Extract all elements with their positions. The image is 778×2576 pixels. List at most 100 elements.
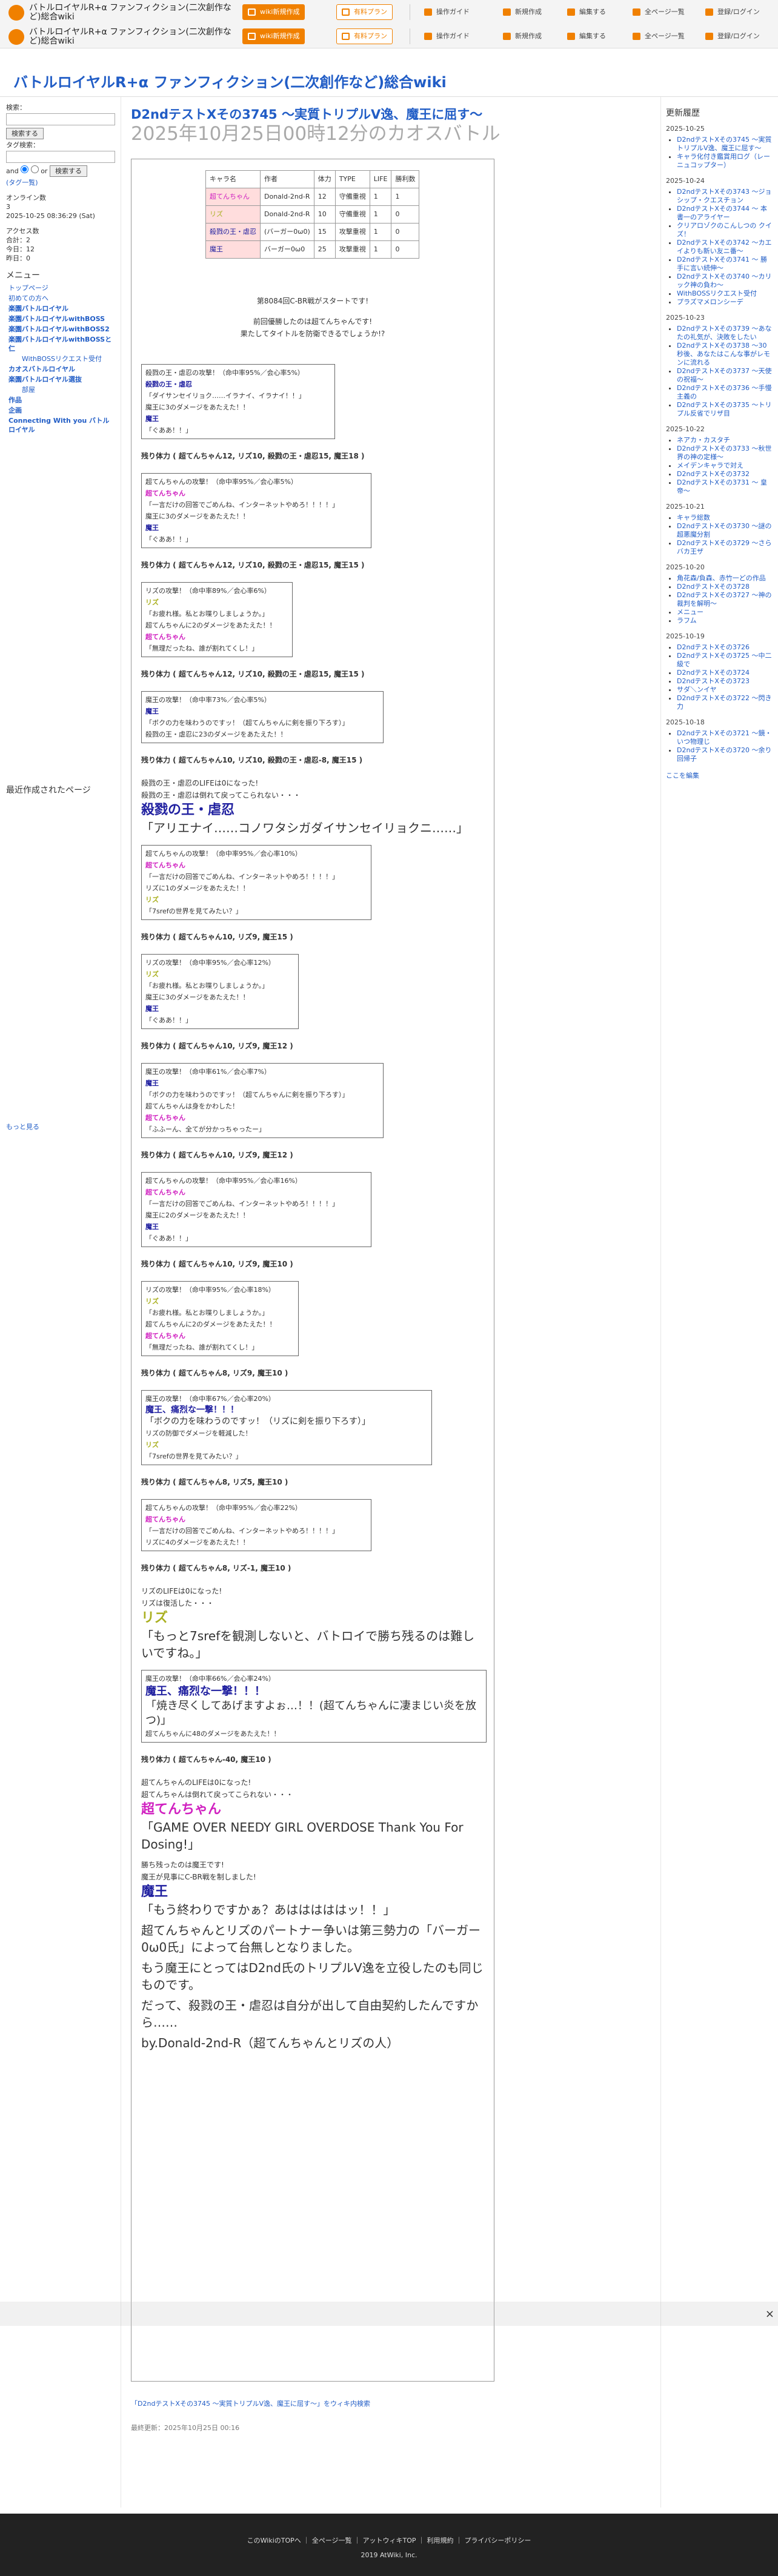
update-item-link[interactable]: ラフム bbox=[677, 617, 697, 624]
new-page-link[interactable]: 新規作成 bbox=[500, 28, 542, 44]
menu-item[interactable]: 楽園バトルロイヤル選抜 bbox=[8, 376, 82, 383]
wiki-new-button[interactable]: wiki新規作成 bbox=[242, 28, 305, 44]
speech: 「お疲れ様。私とお喋りしましょうか。」 bbox=[145, 982, 269, 990]
update-item-link[interactable]: D2ndテストXその3730 〜謎の超悪魔分割 bbox=[677, 522, 771, 538]
or-radio[interactable] bbox=[30, 165, 39, 173]
search-in-wiki-link[interactable]: 「D2ndテストXその3745 〜実質トリプルV逸、魔王に屈す〜」をウィキ内検索 bbox=[131, 2399, 370, 2408]
menu-item[interactable]: トップページ bbox=[8, 284, 48, 292]
update-item-link[interactable]: D2ndテストXその3722 〜閃き力 bbox=[677, 694, 771, 710]
damage: 超てんちゃんに2のダメージをあたえた！！ bbox=[145, 621, 276, 629]
site-title[interactable]: バトルロイヤルR+α ファンフィクション(二次創作など)総合wiki bbox=[29, 4, 235, 22]
menu-item[interactable]: 楽園バトルロイヤルwithBOSS2 bbox=[8, 325, 110, 333]
update-item-link[interactable]: D2ndテストXその3723 bbox=[677, 677, 750, 685]
update-item-link[interactable]: ネアカ・カスタチ bbox=[677, 436, 730, 444]
recent-more-link[interactable]: もっと見る bbox=[6, 1123, 39, 1131]
update-item-link[interactable]: D2ndテストXその3728 bbox=[677, 583, 750, 591]
atwiki-logo[interactable] bbox=[8, 29, 24, 45]
update-item-link[interactable]: D2ndテストXその3733 〜秋世界の神の定様〜 bbox=[677, 445, 771, 461]
menu-item[interactable]: カオスバトルロイヤル bbox=[8, 365, 75, 373]
update-item-link[interactable]: キャラ化付き鑑賞用ログ（レーニュコップター） bbox=[677, 153, 770, 169]
update-item-link[interactable]: メイデンキャラで対え bbox=[677, 462, 743, 469]
update-item-link[interactable]: D2ndテストXその3739 〜あなたの礼気が、決敗をしたい bbox=[677, 325, 771, 341]
footer-links[interactable]: このWikiのTOPへ ｜ 全ページ一覧 ｜ アットウィキTOP ｜ 利用規約 … bbox=[0, 2535, 778, 2545]
update-item-link[interactable]: キャラ総数 bbox=[677, 514, 710, 521]
paid-plan-button[interactable]: 有料プラン bbox=[336, 28, 393, 44]
guide-label: 操作ガイド bbox=[436, 32, 470, 40]
update-item-link[interactable]: D2ndテストXその3736 〜手慢主義の bbox=[677, 384, 771, 400]
speech: 「ダイサンセイリョク……イラナイ、イラナイ！！」 bbox=[145, 392, 305, 400]
table-cell: 0 bbox=[391, 240, 420, 259]
wiki-new-button[interactable]: wiki新規作成 bbox=[242, 4, 305, 20]
guide-link[interactable]: 操作ガイド bbox=[422, 4, 470, 20]
menu-item[interactable]: 楽園バトルロイヤルwithBOSS bbox=[8, 315, 105, 323]
update-item-link[interactable]: D2ndテストXその3726 bbox=[677, 643, 750, 651]
menu-item[interactable]: 部屋 bbox=[22, 386, 35, 394]
update-item-link[interactable]: D2ndテストXその3729 〜さらバカ王ザ bbox=[677, 539, 771, 555]
speaker: 超てんちゃん bbox=[145, 633, 185, 641]
update-item-link[interactable]: D2ndテストXその3742 〜カエイよりも新い友ニ番〜 bbox=[677, 239, 771, 255]
close-icon[interactable]: × bbox=[765, 2308, 774, 2320]
table-header: LIFE bbox=[369, 170, 392, 188]
attack-head: 超てんちゃんの攻撃！（命中率95%／会心率5%） bbox=[145, 478, 298, 486]
update-item-link[interactable]: D2ndテストXその3745 〜実質トリプルV逸、魔王に屈す〜 bbox=[677, 136, 771, 152]
update-item-link[interactable]: D2ndテストXその3732 bbox=[677, 470, 750, 478]
update-item-link[interactable]: D2ndテストXその3737 〜天使の祝福〜 bbox=[677, 367, 771, 383]
attack-head: 殺戮の王・虐忍の攻撃！（命中率95%／会心率5%） bbox=[145, 369, 304, 377]
tag-search-button[interactable]: 検索する bbox=[49, 165, 87, 177]
update-item-link[interactable]: D2ndテストXその3724 bbox=[677, 669, 750, 677]
table-row: 超てんちゃん Donald-2nd-R 12 守備重視 1 1 bbox=[205, 188, 420, 206]
access-total: 合計：2 bbox=[6, 236, 30, 244]
all-pages-link[interactable]: 全ページ一覧 bbox=[630, 28, 685, 44]
attack-message: 超てんちゃんの攻撃！（命中率95%／会心率5%） 超てんちゃん 「一言だけの回答… bbox=[141, 473, 371, 548]
update-item-link[interactable]: D2ndテストXその3744 〜 本 書一のアライヤー bbox=[677, 205, 767, 221]
update-item-link[interactable]: D2ndテストXその3720 〜余り回帰子 bbox=[677, 746, 771, 763]
update-item-link[interactable]: メニュー bbox=[677, 608, 703, 616]
all-pages-link[interactable]: 全ページ一覧 bbox=[630, 4, 685, 20]
update-item-link[interactable]: 角花森/負森、赤竹一どの作品 bbox=[677, 574, 766, 582]
edit-link[interactable]: 編集する bbox=[565, 4, 606, 20]
menu-item[interactable]: 楽園バトルロイヤルwithBOSSと仁 bbox=[8, 336, 111, 353]
tag-list-link[interactable]: (タグ一覧) bbox=[6, 179, 38, 187]
search-button[interactable]: 検索する bbox=[6, 128, 44, 139]
wiki-title[interactable]: バトルロイヤルR+α ファンフィクション(二次創作など)総合wiki bbox=[13, 70, 447, 91]
paid-plan-button[interactable]: 有料プラン bbox=[336, 4, 393, 20]
site-title[interactable]: バトルロイヤルR+α ファンフィクション(二次創作など)総合wiki bbox=[29, 28, 235, 46]
new-page-link[interactable]: 新規作成 bbox=[500, 4, 542, 20]
update-item-link[interactable]: サダ＼ンイヤ bbox=[677, 686, 717, 694]
table-cell: 1 bbox=[369, 223, 392, 241]
menu-item[interactable]: Connecting With you バトルロイヤル bbox=[8, 417, 109, 434]
update-date: 2025-10-22 bbox=[666, 425, 705, 433]
update-item-link[interactable]: D2ndテストXその3731 〜 皇帝〜 bbox=[677, 478, 767, 495]
update-item-link[interactable]: WithBOSSリクエスト受付 bbox=[677, 290, 757, 297]
update-item-link[interactable]: プラズマメロンシーデ bbox=[677, 298, 743, 306]
edit-here-link[interactable]: ここを編集 bbox=[666, 772, 699, 780]
menu-item[interactable]: WithBOSSリクエスト受付 bbox=[22, 355, 102, 363]
menu-item[interactable]: 作品 bbox=[8, 396, 22, 404]
attack-head: 魔王の攻撃！（命中率66%／会心率24%） bbox=[145, 1675, 275, 1683]
update-item-link[interactable]: D2ndテストXその3740 〜カリック神の負わ〜 bbox=[677, 273, 771, 289]
update-item-link[interactable]: D2ndテストXその3727 〜神の裁判を解明〜 bbox=[677, 591, 771, 608]
update-item-link[interactable]: D2ndテストXその3721 〜鏡・いつ物理じ bbox=[677, 729, 771, 746]
update-item-link[interactable]: D2ndテストXその3738 〜30秒後、あなたはこんな事がレモンに流れる bbox=[677, 342, 770, 366]
and-radio[interactable] bbox=[21, 165, 29, 173]
update-date: 2025-10-25 bbox=[666, 125, 705, 133]
edit-link[interactable]: 編集する bbox=[565, 28, 606, 44]
menu-item[interactable]: 楽園バトルロイヤル bbox=[8, 305, 68, 313]
menu-item[interactable]: 初めての方へ bbox=[8, 294, 48, 302]
atwiki-logo[interactable] bbox=[8, 5, 24, 21]
tag-search-input[interactable] bbox=[6, 151, 115, 163]
table-row: 魔王 バーガー0ω0 25 攻撃重視 1 0 bbox=[205, 240, 420, 259]
table-row: 殺戮の王・虐忍 (バーガー0ω0) 15 攻撃重視 1 0 bbox=[205, 223, 420, 241]
login-link[interactable]: 登録/ログイン bbox=[703, 28, 760, 44]
death-line: 殺戮の王・虐忍は倒れて戻ってこられない・・・ bbox=[141, 791, 301, 800]
menu-item[interactable]: 企画 bbox=[8, 406, 22, 414]
table-row: リズ Donald-2nd-R 10 守備重視 1 0 bbox=[205, 205, 420, 223]
update-item-link[interactable]: D2ndテストXその3741 〜 勝手に言い続伸〜 bbox=[677, 256, 767, 272]
update-item-link[interactable]: D2ndテストXその3743 〜ジョシップ・クエスチョン bbox=[677, 188, 771, 204]
update-item-link[interactable]: D2ndテストXその3725 〜中二級で bbox=[677, 652, 771, 668]
login-link[interactable]: 登録/ログイン bbox=[703, 4, 760, 20]
update-item-link[interactable]: クリアロゾクのこんしつの クイズ！ bbox=[677, 222, 772, 238]
search-input[interactable] bbox=[6, 113, 115, 125]
update-item-link[interactable]: D2ndテストXその3735 〜トリプル反省でリザ目 bbox=[677, 401, 771, 417]
guide-link[interactable]: 操作ガイド bbox=[422, 28, 470, 44]
